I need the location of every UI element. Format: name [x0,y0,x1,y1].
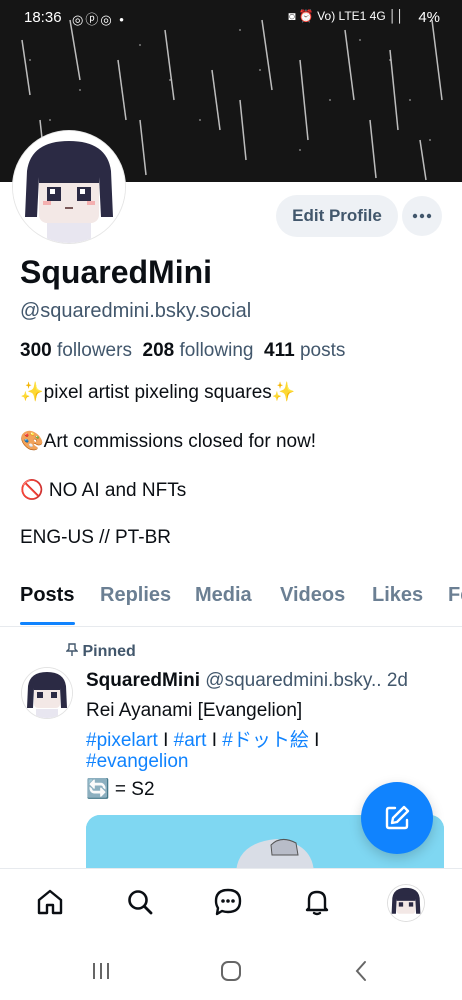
post-text-line-1: Rei Ayanami [Evangelion] [86,700,303,721]
bio-line-2: 🎨Art commissions closed for now! [20,431,317,452]
post-timestamp[interactable]: 2d [387,670,408,691]
following-link[interactable]: 208 following [143,340,254,361]
hashtag-evangelion[interactable]: #evangelion [86,751,188,772]
pin-icon [65,643,79,656]
nav-chat[interactable] [211,885,245,919]
tab-media[interactable]: Media [195,584,252,607]
system-navigation-bar [0,940,462,1000]
tab-replies[interactable]: Replies [100,584,171,607]
posts-count: 411 [264,340,295,361]
tab-videos[interactable]: Videos [280,584,345,607]
compose-icon [385,805,410,830]
profile-tabs: Posts Replies Media Videos Likes Fe [0,574,462,627]
nav-notifications[interactable] [300,885,334,919]
tab-posts[interactable]: Posts [20,584,74,607]
avatar-pixel-art [22,668,72,718]
display-name: SquaredMini [20,254,213,290]
chat-icon [214,888,242,916]
nav-profile[interactable] [388,885,424,921]
back-button[interactable] [346,958,376,984]
post-author-handle[interactable]: @squaredmini.bsky.. [205,670,381,691]
signal-icons: ◙ ⏰ Vo) LTE1 4G ││ [288,9,404,23]
recent-apps-button[interactable] [86,958,116,984]
profile-avatar-icon [388,885,424,921]
notification-icons: ◎ⓟ◎ • [72,12,126,27]
posts-label: posts [299,340,346,361]
profile-handle: @squaredmini.bsky.social [20,300,252,322]
post-author-avatar[interactable] [22,668,72,718]
post-header: SquaredMini @squaredmini.bsky.. 2d [86,670,408,692]
search-icon [128,890,153,915]
post-author-name[interactable]: SquaredMini [86,670,200,691]
post-text-line-2: #pixelart I #art I #ドット絵 I [86,725,319,752]
followers-label: followers [56,340,132,361]
ellipsis-icon [412,213,432,219]
bio-line-4: ENG-US // PT-BR [20,527,171,548]
home-icon [37,889,63,915]
hashtag-art[interactable]: #art [174,730,207,751]
separator: I [206,730,223,751]
profile-avatar[interactable] [13,131,125,243]
following-label: following [179,340,254,361]
battery-level: 4% [418,9,440,26]
separator: I [308,730,320,751]
avatar-pixel-art [13,131,125,243]
edit-profile-button[interactable]: Edit Profile [276,195,398,237]
post-text-line-4: 🔄 = S2 [86,779,155,800]
recents-icon [93,963,109,979]
followers-link[interactable]: 300 followers [20,340,132,361]
bio-line-1: ✨pixel artist pixeling squares✨ [20,382,296,403]
status-bar: 18:36 ◎ⓟ◎ • ◙ ⏰ Vo) LTE1 4G ││ 4% [0,0,462,36]
home-button[interactable] [216,958,246,984]
active-tab-indicator [20,622,75,625]
nav-search[interactable] [123,885,157,919]
hashtag-dot-e[interactable]: #ドット絵 [222,730,309,751]
back-chevron-icon [355,961,366,981]
home-square-icon [221,961,241,981]
separator: I [157,730,174,751]
tab-feeds[interactable]: Fe [448,584,462,607]
post-text-line-3: #evangelion [86,751,188,773]
tab-likes[interactable]: Likes [372,584,423,607]
bell-icon [305,890,329,916]
more-options-button[interactable] [402,196,442,236]
bottom-navigation [0,868,462,941]
following-count: 208 [142,340,175,361]
pinned-indicator: Pinned [65,643,136,661]
pinned-label: Pinned [82,643,136,660]
bio-line-3: 🚫 NO AI and NFTs [20,480,187,501]
posts-stat: 411 posts [264,340,345,361]
hashtag-pixelart[interactable]: #pixelart [86,730,158,751]
profile-stats: 300 followers 208 following 411 posts [20,340,345,362]
compose-post-button[interactable] [361,782,433,854]
nav-home[interactable] [33,885,67,919]
status-time: 18:36 [24,9,62,26]
followers-count: 300 [20,340,52,361]
